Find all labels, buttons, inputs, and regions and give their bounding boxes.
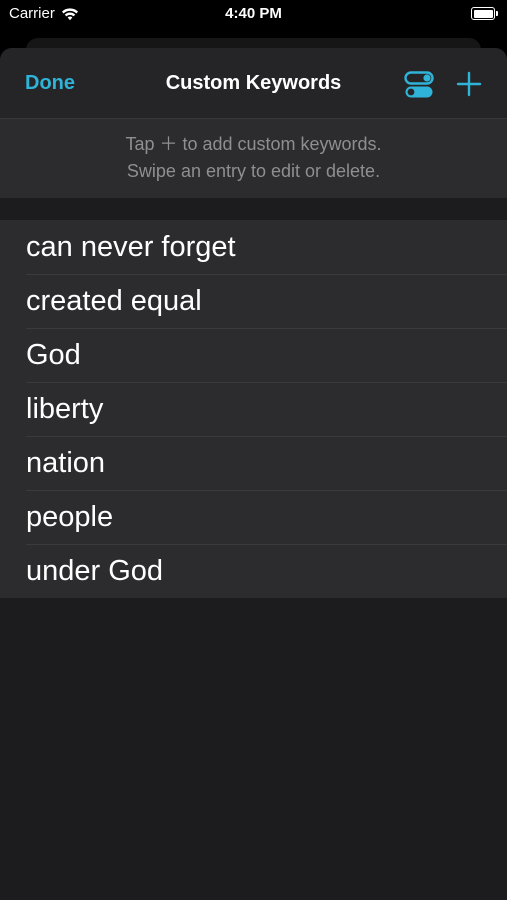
navigation-bar: Done Custom Keywords [0,48,507,118]
keyword-list: can never forget created equal God liber… [0,220,507,598]
list-item[interactable]: God [0,328,507,382]
plus-icon [456,71,482,97]
screen: Carrier 4:40 PM Done Custom Keywords Tap… [0,0,507,900]
add-keyword-button[interactable] [456,71,482,97]
list-item[interactable]: under God [0,544,507,598]
list-item[interactable]: nation [0,436,507,490]
instructions-line-2: Swipe an entry to edit or delete. [126,161,381,181]
list-item[interactable]: can never forget [0,220,507,274]
toggle-keywords-button[interactable] [404,71,434,99]
instructions-line-1: Tap ＋ to add custom keywords. [125,134,382,154]
status-time: 4:40 PM [225,5,282,22]
list-item[interactable]: people [0,490,507,544]
list-item[interactable]: liberty [0,382,507,436]
section-spacer [0,198,507,220]
custom-keywords-sheet: Done Custom Keywords Tap ＋ to add custom… [0,48,507,900]
toggle-switches-icon [404,71,434,98]
instructions-header: Tap ＋ to add custom keywords. Swipe an e… [0,118,507,198]
status-bar: Carrier 4:40 PM [0,0,507,30]
list-item[interactable]: created equal [0,274,507,328]
battery-icon [471,7,498,20]
